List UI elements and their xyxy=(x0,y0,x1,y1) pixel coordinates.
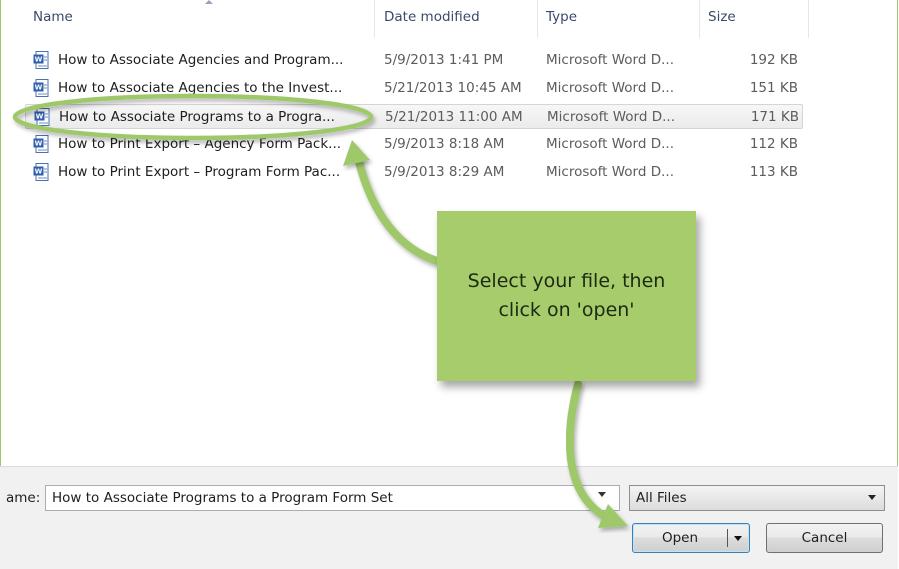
callout-line-2: click on 'open' xyxy=(498,299,635,321)
callout-line-1: Select your file, then xyxy=(467,270,666,292)
callout-text: Select your file, then click on 'open' xyxy=(437,267,696,325)
arrow-to-file xyxy=(354,154,444,266)
highlight-ellipse xyxy=(12,93,374,141)
instruction-callout: Select your file, then click on 'open' xyxy=(437,211,696,381)
arrow-to-open xyxy=(565,380,608,520)
arrow-head-up-icon xyxy=(343,140,370,166)
